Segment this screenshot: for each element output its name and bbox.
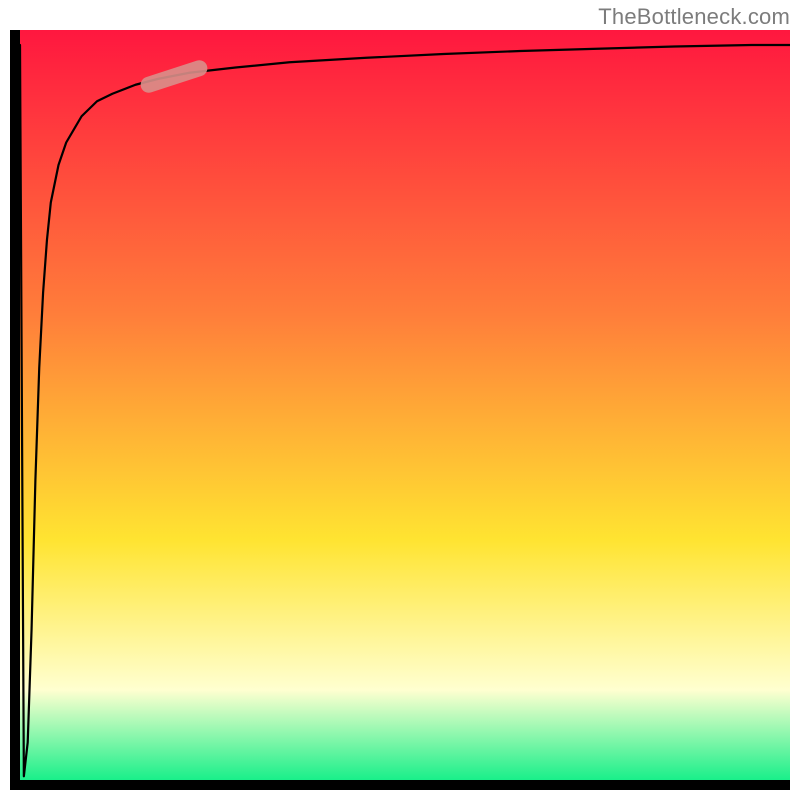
watermark-text: TheBottleneck.com — [598, 4, 790, 30]
gradient-background — [20, 30, 790, 780]
plot-frame — [10, 30, 790, 790]
plot-canvas — [20, 30, 790, 780]
